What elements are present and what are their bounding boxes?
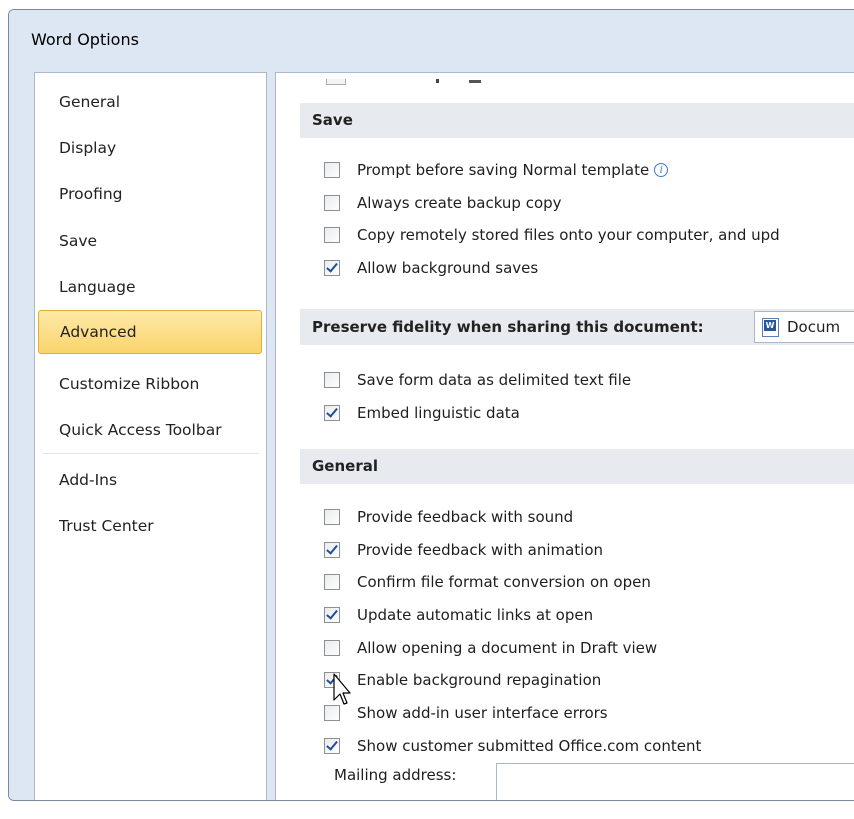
nav-item-save[interactable]: Save: [35, 221, 261, 261]
option-feedback-sound[interactable]: Provide feedback with sound: [324, 505, 573, 529]
option-label: Allow opening a document in Draft view: [357, 639, 658, 657]
nav-item-customize-ribbon[interactable]: Customize Ribbon: [35, 364, 261, 404]
checkbox[interactable]: [324, 372, 340, 388]
nav-item-language[interactable]: Language: [35, 267, 261, 307]
option-copy-remote-files[interactable]: Copy remotely stored files onto your com…: [324, 223, 780, 247]
advanced-options-pane: Save Prompt before saving Normal templat…: [275, 72, 854, 800]
option-label: Copy remotely stored files onto your com…: [357, 226, 780, 244]
option-confirm-format-conversion[interactable]: Confirm file format conversion on open: [324, 570, 651, 594]
option-label: Prompt before saving Normal template: [357, 161, 650, 179]
word-document-icon: [762, 317, 779, 337]
checkbox[interactable]: [324, 640, 340, 656]
nav-item-proofing[interactable]: Proofing: [35, 174, 261, 214]
nav-item-advanced[interactable]: Advanced: [38, 310, 262, 354]
dialog-frame: General Display Proofing Save Language A…: [9, 72, 854, 800]
option-allow-background-saves[interactable]: Allow background saves: [324, 256, 538, 280]
option-label: Show customer submitted Office.com conte…: [357, 737, 702, 755]
option-label: Always create backup copy: [357, 194, 562, 212]
mailing-address-input[interactable]: [496, 763, 854, 800]
checkbox-checked[interactable]: [324, 542, 340, 558]
option-prompt-before-saving[interactable]: Prompt before saving Normal template i: [324, 158, 669, 182]
option-addin-ui-errors[interactable]: Show add-in user interface errors: [324, 701, 608, 725]
document-select[interactable]: Docum: [754, 311, 854, 343]
mouse-cursor-icon: [333, 673, 351, 711]
checkbox[interactable]: [324, 195, 340, 211]
checkbox-checked[interactable]: [324, 738, 340, 754]
option-feedback-animation[interactable]: Provide feedback with animation: [324, 538, 603, 562]
checkbox-checked[interactable]: [324, 260, 340, 276]
option-label: Provide feedback with sound: [357, 508, 574, 526]
checkbox-checked[interactable]: [324, 405, 340, 421]
nav-item-quick-access-toolbar[interactable]: Quick Access Toolbar: [35, 410, 261, 450]
option-update-automatic-links[interactable]: Update automatic links at open: [324, 603, 593, 627]
nav-item-add-ins[interactable]: Add-Ins: [35, 460, 261, 500]
window-title: Word Options: [31, 30, 139, 49]
section-header-save: Save: [300, 103, 854, 138]
option-allow-draft-view[interactable]: Allow opening a document in Draft view: [324, 636, 657, 660]
options-nav: General Display Proofing Save Language A…: [34, 72, 267, 800]
option-label: Save form data as delimited text file: [357, 371, 632, 389]
option-embed-linguistic-data[interactable]: Embed linguistic data: [324, 401, 520, 425]
checkbox[interactable]: [324, 509, 340, 525]
info-icon[interactable]: i: [654, 163, 669, 177]
option-label: Provide feedback with animation: [357, 541, 604, 559]
document-select-value: Docum: [787, 318, 841, 336]
option-always-create-backup[interactable]: Always create backup copy: [324, 191, 562, 215]
nav-item-trust-center[interactable]: Trust Center: [35, 506, 261, 546]
checkbox-checked[interactable]: [324, 607, 340, 623]
checkbox[interactable]: [324, 227, 340, 243]
option-label: Enable background repagination: [357, 671, 602, 689]
mailing-address-label: Mailing address:: [334, 766, 457, 784]
option-background-repagination[interactable]: Enable background repagination: [324, 668, 601, 692]
option-save-form-data[interactable]: Save form data as delimited text file: [324, 368, 631, 392]
checkbox[interactable]: [324, 574, 340, 590]
section-header-general: General: [300, 449, 854, 484]
title-bar: Word Options: [9, 10, 854, 72]
option-label: Update automatic links at open: [357, 606, 594, 624]
option-label: Confirm file format conversion on open: [357, 573, 651, 591]
partial-text: [469, 80, 481, 83]
option-office-com-content[interactable]: Show customer submitted Office.com conte…: [324, 734, 701, 758]
checkbox[interactable]: [324, 162, 340, 178]
nav-item-display[interactable]: Display: [35, 128, 261, 168]
nav-divider: [43, 453, 259, 454]
nav-item-general[interactable]: General: [35, 82, 261, 122]
option-label: Show add-in user interface errors: [357, 704, 608, 722]
partial-text: [436, 79, 439, 83]
option-label: Embed linguistic data: [357, 404, 520, 422]
option-label: Allow background saves: [357, 259, 539, 277]
word-options-dialog: Word Options General Display Proofing Sa…: [8, 9, 854, 801]
partial-checkbox: [326, 79, 346, 85]
